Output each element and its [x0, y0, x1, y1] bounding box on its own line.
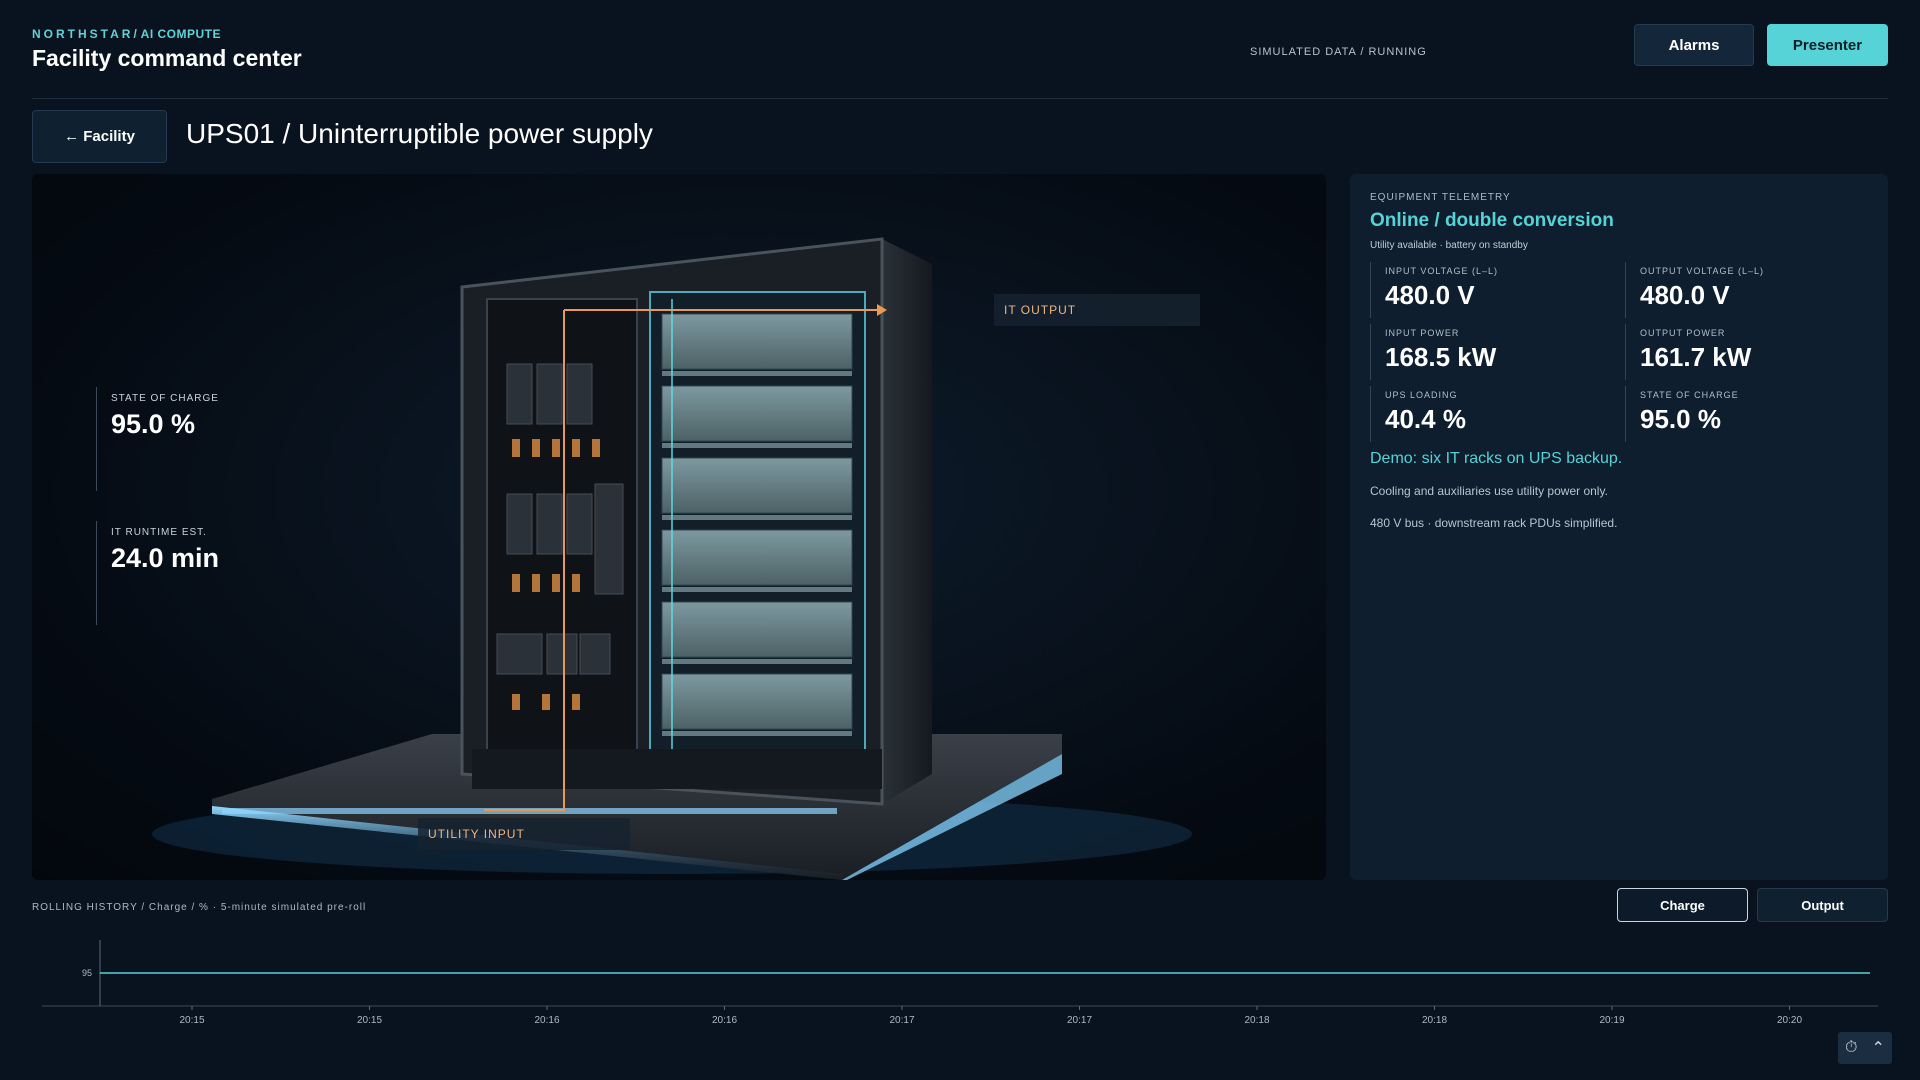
metric-value: 40.4 %	[1385, 404, 1466, 434]
x-tick-label: 20:15	[179, 1015, 204, 1026]
metric-state-of-charge: STATE OF CHARGE 95.0 %	[1625, 386, 1875, 442]
viewer-stat-value: 24.0 min	[111, 543, 220, 573]
corner-toolbar: ⏱ ⌃	[1838, 1032, 1892, 1064]
header-divider	[32, 98, 1888, 99]
metric-output-voltage: OUTPUT VOLTAGE (L–L) 480.0 V	[1625, 262, 1875, 318]
metric-label: UPS LOADING	[1385, 390, 1458, 400]
ups-cabinet-illustration	[152, 237, 1192, 880]
metric-label: OUTPUT POWER	[1640, 328, 1726, 338]
brand-kicker: NORTHSTAR/ AI COMPUTE	[32, 27, 221, 41]
back-to-facility-button[interactable]: ← Facility	[32, 110, 167, 163]
y-tick-label: 95	[82, 968, 92, 978]
viewer-stat-state-of-charge: STATE OF CHARGE 95.0 %	[96, 387, 219, 491]
telemetry-kicker: EQUIPMENT TELEMETRY	[1370, 192, 1511, 203]
x-tick-label: 20:18	[1244, 1015, 1269, 1026]
telemetry-panel: EQUIPMENT TELEMETRY Online / double conv…	[1350, 174, 1888, 880]
viewer-stat-value: 95.0 %	[111, 409, 196, 439]
metric-value: 480.0 V	[1640, 280, 1730, 310]
telemetry-note: Utility available · battery on standby	[1370, 240, 1528, 251]
x-tick-label: 20:19	[1599, 1015, 1624, 1026]
history-chart: 95 20:15 20:15 20:16 20:16 20:17 20:17 20:18 20:…	[32, 930, 1888, 1040]
x-tick-label: 20:20	[1777, 1015, 1802, 1026]
brand-subtitle: / AI COMPUTE	[133, 27, 221, 41]
metric-value: 161.7 kW	[1640, 342, 1752, 372]
metric-input-voltage: INPUT VOLTAGE (L–L) 480.0 V	[1370, 262, 1620, 318]
x-tick-label: 20:17	[889, 1015, 914, 1026]
viewer-stat-label: IT RUNTIME EST.	[111, 527, 207, 538]
metric-value: 168.5 kW	[1385, 342, 1497, 372]
telemetry-info-line: Cooling and auxiliaries use utility powe…	[1370, 484, 1608, 498]
metric-output-power: OUTPUT POWER 161.7 kW	[1625, 324, 1875, 380]
x-tick-label: 20:16	[712, 1015, 737, 1026]
metric-value: 480.0 V	[1385, 280, 1475, 310]
history-charge-button[interactable]: Charge	[1617, 888, 1748, 922]
viewer-stat-runtime: IT RUNTIME EST. 24.0 min	[96, 521, 219, 625]
metric-ups-loading: UPS LOADING 40.4 %	[1370, 386, 1620, 442]
presenter-button[interactable]: Presenter	[1767, 24, 1888, 66]
telemetry-info-line: 480 V bus · downstream rack PDUs simplif…	[1370, 516, 1618, 530]
callout-it-output: IT OUTPUT	[994, 294, 1200, 326]
x-tick-label: 20:16	[534, 1015, 559, 1026]
chevron-up-icon[interactable]: ⌃	[1872, 1038, 1885, 1058]
x-tick-label: 20:17	[1067, 1015, 1092, 1026]
metric-label: INPUT VOLTAGE (L–L)	[1385, 266, 1499, 276]
metric-value: 95.0 %	[1640, 404, 1721, 434]
history-label: ROLLING HISTORY / Charge / % · 5-minute …	[32, 902, 367, 913]
alarms-button[interactable]: Alarms	[1634, 24, 1754, 66]
history-output-button[interactable]: Output	[1757, 888, 1888, 922]
metric-input-power: INPUT POWER 168.5 kW	[1370, 324, 1620, 380]
callout-utility-input: UTILITY INPUT	[418, 818, 630, 850]
x-tick-label: 20:15	[357, 1015, 382, 1026]
viewer-stat-label: STATE OF CHARGE	[111, 393, 219, 404]
brand-name: NORTHSTAR	[32, 27, 134, 41]
simulation-status: SIMULATED DATA / RUNNING	[1250, 46, 1427, 58]
metric-label: OUTPUT VOLTAGE (L–L)	[1640, 266, 1765, 276]
app-title: Facility command center	[32, 45, 302, 71]
history-chart-svg: 95 20:15 20:15 20:16 20:16 20:17 20:17 20:18 20:…	[42, 940, 1878, 1026]
x-tick-label: 20:18	[1422, 1015, 1447, 1026]
metric-label: STATE OF CHARGE	[1640, 390, 1739, 400]
telemetry-status: Online / double conversion	[1370, 210, 1614, 231]
telemetry-demo-note: Demo: six IT racks on UPS backup.	[1370, 450, 1623, 467]
equipment-viewer[interactable]: STATE OF CHARGE 95.0 % IT RUNTIME EST. 2…	[32, 174, 1326, 880]
timer-icon[interactable]: ⏱	[1845, 1039, 1857, 1057]
metric-label: INPUT POWER	[1385, 328, 1460, 338]
page-title: UPS01 / Uninterruptible power supply	[186, 118, 653, 149]
